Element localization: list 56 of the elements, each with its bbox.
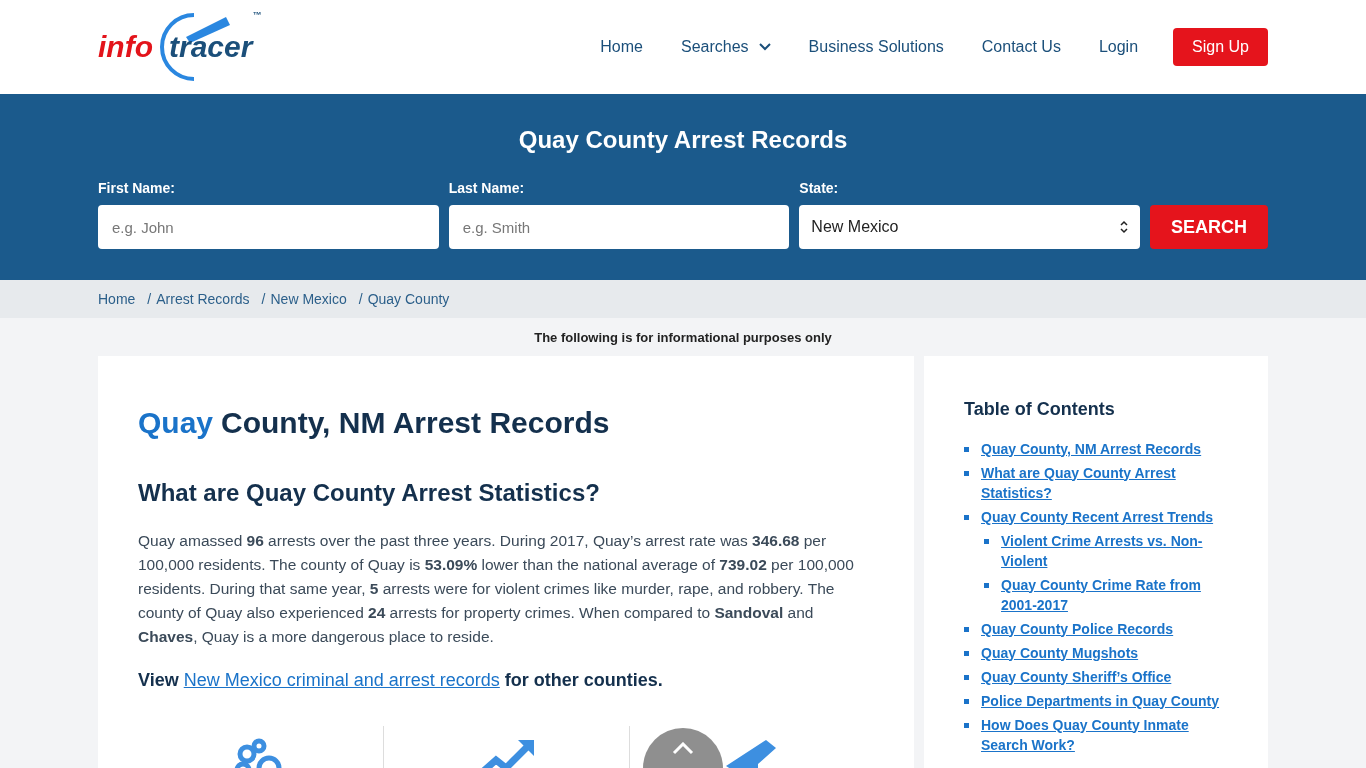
logo-text: info bbox=[98, 32, 153, 62]
name-input[interactable]: e.g. John bbox=[98, 205, 439, 249]
toc-link[interactable]: Quay County Crime Rate from 2001-2017 bbox=[1001, 574, 1228, 615]
toc-link[interactable]: Quay County Sheriff’s Office bbox=[981, 666, 1172, 687]
logo-text: tracer bbox=[169, 32, 253, 62]
bullet-icon bbox=[964, 650, 969, 656]
toc-link[interactable]: Quay County, NM Arrest Records bbox=[981, 438, 1202, 459]
view-sentence: View New Mexico criminal and arrest records for other counties. bbox=[138, 668, 664, 692]
toc-link[interactable]: Quay County Recent Arrest Trends bbox=[981, 506, 1214, 527]
sign-up-button[interactable]: Sign Up bbox=[1173, 28, 1268, 66]
notice-text: The following is for informational purposes only bbox=[533, 329, 833, 347]
toc-link[interactable]: Quay County Police Records bbox=[981, 618, 1174, 639]
bullet-icon bbox=[964, 698, 969, 704]
field-label: Last Name: bbox=[448, 179, 526, 198]
nav-link[interactable]: Business Solutions bbox=[808, 35, 944, 59]
search-button[interactable]: SEARCH bbox=[1150, 205, 1268, 249]
breadcrumb-link[interactable]: Arrest Records bbox=[156, 288, 250, 310]
chevron-down-icon bbox=[758, 43, 771, 51]
toc-link[interactable]: Police Departments in Quay County bbox=[981, 690, 1220, 711]
state-select[interactable]: New Mexico bbox=[799, 205, 1140, 249]
toc-title: Table of Contents bbox=[964, 397, 1116, 421]
statistics-paragraph: Quay amassed 96 arrests over the past three years. During 2017, Quay’s arrest rate was 346.68 per 100,000 residents. The county of Quay is 53.09% lower than the national average of 739.02 per 100,000 residents. During that same year, 5 arrests were for violent crimes like murder, rape, and robbery. The county of Quay also experienced 24 arrests for property crimes. When compared to Sandoval and Chaves, Quay is a more dangerous place to reside. bbox=[138, 530, 855, 647]
breadcrumb-separator: / bbox=[147, 289, 152, 309]
toc-link[interactable]: Violent Crime Arrests vs. Non-Violent bbox=[1001, 530, 1228, 571]
bullet-icon bbox=[984, 538, 989, 544]
title-highlight: Quay bbox=[138, 404, 214, 441]
banner-title: Quay County Arrest Records bbox=[517, 125, 849, 155]
toc-link[interactable]: Quay County Mugshots bbox=[981, 642, 1139, 663]
breadcrumb-link[interactable]: Home bbox=[98, 288, 136, 310]
nav-dropdown[interactable]: Searches bbox=[681, 35, 771, 59]
breadcrumb-link[interactable]: New Mexico bbox=[270, 288, 347, 310]
bullet-icon bbox=[964, 722, 969, 728]
field-label: First Name: bbox=[98, 179, 177, 198]
bullet-icon bbox=[964, 446, 969, 452]
breadcrumb-separator: / bbox=[358, 289, 363, 309]
nav-link[interactable]: Login bbox=[1098, 35, 1139, 59]
bullet-icon bbox=[964, 626, 969, 632]
nav-link[interactable]: Contact Us bbox=[981, 35, 1061, 59]
bullet-icon bbox=[964, 674, 969, 680]
bullet-icon bbox=[964, 514, 969, 520]
toc-link[interactable]: What are Quay County Arrest Statistics? bbox=[981, 462, 1228, 503]
state-records-link[interactable]: New Mexico criminal and arrest records bbox=[183, 669, 500, 690]
bullet-icon bbox=[984, 582, 989, 588]
trademark-mark: ™ bbox=[252, 9, 262, 22]
field-label: State: bbox=[799, 179, 840, 198]
toc-link[interactable]: How Does Quay County Inmate Search Work? bbox=[981, 714, 1228, 755]
section-heading: What are Quay County Arrest Statistics? bbox=[138, 477, 601, 508]
article-title: County, NM Arrest Records bbox=[221, 404, 610, 441]
chevron-up-icon bbox=[672, 742, 694, 755]
infotracer-logo[interactable]: info tracer ™ bbox=[98, 7, 268, 87]
breadcrumb-link[interactable]: Quay County bbox=[367, 288, 450, 310]
breadcrumb-separator: / bbox=[261, 289, 266, 309]
bullet-icon bbox=[964, 470, 969, 476]
nav-link[interactable]: Home bbox=[600, 35, 643, 59]
up-down-caret-icon bbox=[1120, 220, 1128, 234]
name-input[interactable]: e.g. Smith bbox=[448, 205, 790, 249]
